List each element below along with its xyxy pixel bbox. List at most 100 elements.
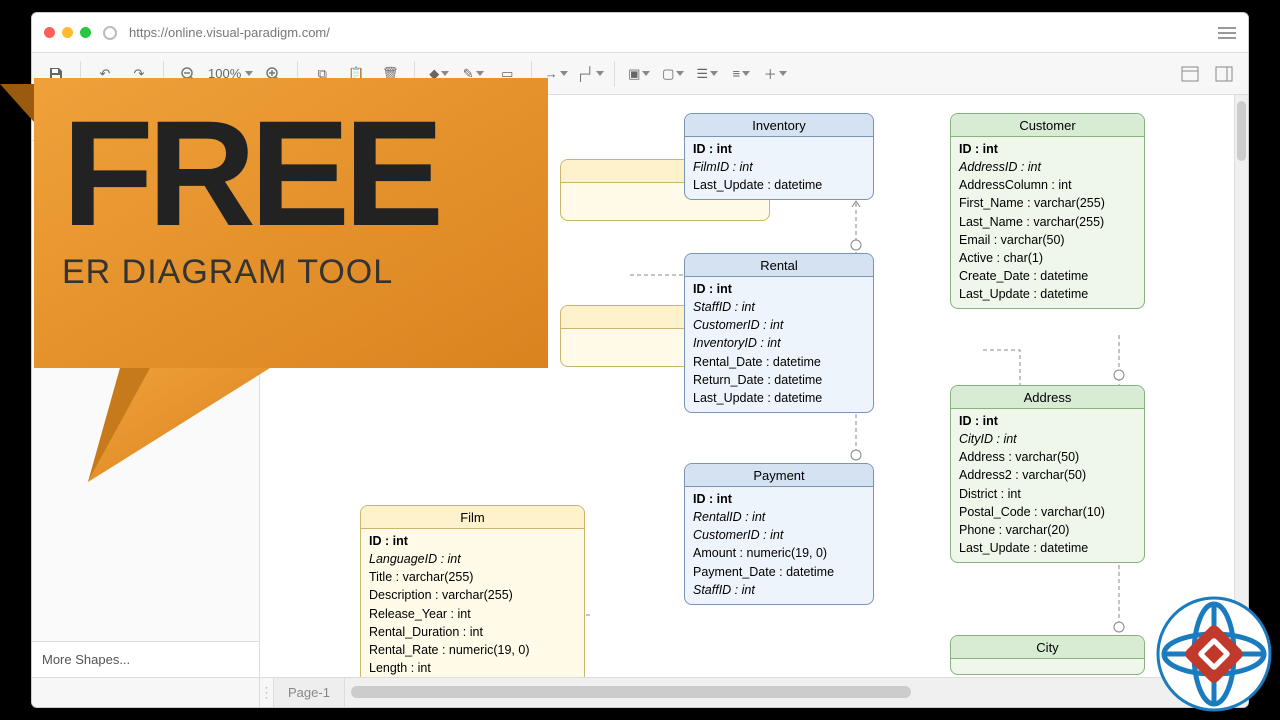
shape-palette	[32, 168, 259, 226]
entity-field: Last_Update : datetime	[693, 176, 865, 194]
copy-icon[interactable]: ⧉	[308, 60, 336, 88]
canvas[interactable]: Inventory ID : intFilmID : intLast_Updat…	[260, 95, 1248, 677]
outline-panel-icon[interactable]	[1176, 60, 1204, 88]
app-window: https://online.visual-paradigm.com/ ↶ ↷ …	[31, 12, 1249, 708]
entity-title: Customer	[951, 114, 1144, 137]
search-input[interactable]	[40, 103, 251, 132]
more-shapes-button[interactable]: More Shapes...	[32, 641, 259, 677]
entity-field: ID : int	[693, 280, 865, 298]
entity-field: Title : varchar(255)	[369, 568, 576, 586]
entity-title: Rental	[685, 254, 873, 277]
entity-field: Rental_Duration : int	[369, 623, 576, 641]
entity-field: Last_Update : datetime	[959, 539, 1136, 557]
entity-field: Amount : numeric(19, 0)	[693, 544, 865, 562]
address-bar[interactable]: https://online.visual-paradigm.com/	[129, 25, 330, 40]
line-color-icon[interactable]: ✎	[459, 60, 487, 88]
format-panel-icon[interactable]	[1210, 60, 1238, 88]
minimize-icon[interactable]	[62, 27, 73, 38]
zoom-out-icon[interactable]	[174, 60, 202, 88]
entity-field: LanguageID : int	[369, 550, 576, 568]
entity-field: StaffID : int	[693, 581, 865, 599]
workspace: Entity Relationship More Shapes...	[32, 95, 1248, 677]
shape-entity-green[interactable]	[42, 200, 78, 220]
brand-logo	[1156, 596, 1272, 712]
save-icon[interactable]	[42, 60, 70, 88]
entity-field: ID : int	[693, 140, 865, 158]
entity-field: Create_Date : datetime	[959, 267, 1136, 285]
entity-field: District : int	[959, 485, 1136, 503]
entity-field: Phone : varchar(20)	[959, 521, 1136, 539]
maximize-icon[interactable]	[80, 27, 91, 38]
entity-field: CityID : int	[959, 430, 1136, 448]
fill-icon[interactable]: ◆	[425, 60, 453, 88]
to-front-icon[interactable]: ▣	[625, 60, 653, 88]
toolbar: ↶ ↷ 100% ⧉ 📋 🗑 ◆ ✎ ▭ → ┌┘ ▣ ▢ ☰ ≡ ＋	[32, 53, 1248, 95]
page-tab[interactable]: Page-1	[274, 678, 345, 707]
entity-field: Postal_Code : varchar(10)	[959, 503, 1136, 521]
entity-rental[interactable]: Rental ID : intStaffID : intCustomerID :…	[684, 253, 874, 413]
entity-field: Return_Date : datetime	[693, 371, 865, 389]
entity-payment[interactable]: Payment ID : intRentalID : intCustomerID…	[684, 463, 874, 605]
to-back-icon[interactable]: ▢	[659, 60, 687, 88]
zoom-in-icon[interactable]	[259, 60, 287, 88]
vertical-scrollbar[interactable]	[1234, 95, 1248, 677]
entity-title: Payment	[685, 464, 873, 487]
entity-field: AddressID : int	[959, 158, 1136, 176]
entity-field: Active : char(1)	[959, 249, 1136, 267]
entity-field: Address : varchar(50)	[959, 448, 1136, 466]
add-icon[interactable]: ＋	[761, 60, 789, 88]
undo-icon[interactable]: ↶	[91, 60, 119, 88]
entity-field: Email : varchar(50)	[959, 231, 1136, 249]
entity-field: FilmID : int	[693, 158, 865, 176]
entity-field: Last_Update : datetime	[959, 285, 1136, 303]
entity-field: CustomerID : int	[693, 526, 865, 544]
entity-field: CustomerID : int	[693, 316, 865, 334]
entity-film[interactable]: Film ID : intLanguageID : intTitle : var…	[360, 505, 585, 677]
entity-field: Payment_Date : datetime	[693, 563, 865, 581]
entity-customer[interactable]: Customer ID : intAddressID : intAddressC…	[950, 113, 1145, 309]
sidebar: Entity Relationship More Shapes...	[32, 95, 260, 677]
distribute-icon[interactable]: ≡	[727, 60, 755, 88]
entity-field: ID : int	[369, 532, 576, 550]
window-controls[interactable]	[44, 27, 91, 38]
entity-field: AddressColumn : int	[959, 176, 1136, 194]
entity-field: StaffID : int	[693, 298, 865, 316]
entity-field: ID : int	[959, 412, 1136, 430]
entity-title: Inventory	[685, 114, 873, 137]
redo-icon[interactable]: ↷	[125, 60, 153, 88]
waypoint-icon[interactable]: ┌┘	[576, 60, 604, 88]
entity-field: ID : int	[959, 140, 1136, 158]
align-icon[interactable]: ☰	[693, 60, 721, 88]
entity-title: Film	[361, 506, 584, 529]
entity-field: ID : int	[693, 490, 865, 508]
entity-field: Rental_Date : datetime	[693, 353, 865, 371]
delete-icon[interactable]: 🗑	[376, 60, 404, 88]
entity-field: Last_Update : datetime	[693, 389, 865, 407]
shape-entity-yellow[interactable]	[42, 174, 78, 194]
entity-field: Description : varchar(255)	[369, 586, 576, 604]
shadow-icon[interactable]: ▭	[493, 60, 521, 88]
menu-icon[interactable]	[1218, 27, 1236, 39]
entity-field: First_Name : varchar(255)	[959, 194, 1136, 212]
browser-bar: https://online.visual-paradigm.com/	[32, 13, 1248, 53]
entity-city[interactable]: City	[950, 635, 1145, 675]
page-handle-icon[interactable]: ⋮	[260, 678, 274, 707]
entity-address[interactable]: Address ID : intCityID : intAddress : va…	[950, 385, 1145, 563]
zoom-level[interactable]: 100%	[208, 66, 253, 81]
horizontal-scrollbar[interactable]	[345, 678, 1248, 707]
sidebar-category-er[interactable]: Entity Relationship	[32, 140, 259, 168]
close-icon[interactable]	[44, 27, 55, 38]
entity-title: Address	[951, 386, 1144, 409]
entity-field: Length : int	[369, 659, 576, 677]
entity-field: Last_Name : varchar(255)	[959, 213, 1136, 231]
entity-field: Address2 : varchar(50)	[959, 466, 1136, 484]
paste-icon[interactable]: 📋	[342, 60, 370, 88]
entity-title: City	[951, 636, 1144, 659]
entity-inventory[interactable]: Inventory ID : intFilmID : intLast_Updat…	[684, 113, 874, 200]
entity-field: RentalID : int	[693, 508, 865, 526]
connector-icon[interactable]: →	[542, 60, 570, 88]
entity-field: Rental_Rate : numeric(19, 0)	[369, 641, 576, 659]
footer: ⋮ Page-1	[32, 677, 1248, 707]
entity-field: InventoryID : int	[693, 334, 865, 352]
site-info-icon[interactable]	[103, 26, 117, 40]
